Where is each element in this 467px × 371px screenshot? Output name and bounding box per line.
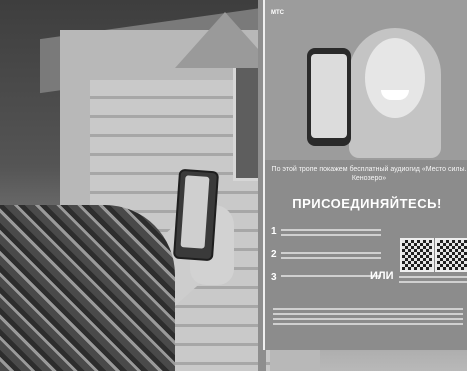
poster-phone-screen [311, 54, 347, 138]
qr-caption [399, 273, 435, 286]
brand-logo: МТС [271, 10, 284, 16]
girl-face [365, 38, 425, 118]
photo: МТС По этой тропе покажем бесплатный ауд… [0, 0, 467, 371]
info-poster: МТС По этой тропе покажем бесплатный ауд… [263, 0, 467, 350]
qr-code-icon [435, 238, 467, 272]
poster-fine-print [273, 305, 463, 328]
step-text [280, 249, 381, 262]
poster-tagline: По этой тропе покажем бесплатный аудиоги… [271, 166, 467, 182]
steps-list: 1 2 3 [271, 226, 381, 293]
poster-headline: ПРИСОЕДИНЯЙТЕСЬ! [292, 196, 442, 211]
brand-row: МТС [271, 10, 308, 16]
step-number: 3 [271, 272, 277, 283]
step-item: 2 [271, 249, 381, 262]
step-item: 3 [271, 272, 381, 283]
smartphone-screen [180, 175, 210, 249]
or-label: ИЛИ [370, 270, 394, 282]
step-number: 1 [271, 226, 277, 237]
qr-caption [433, 273, 467, 286]
step-item: 1 [271, 226, 381, 239]
step-number: 2 [271, 249, 277, 260]
step-text [280, 226, 381, 239]
plaid-sleeve [0, 205, 175, 371]
step-text [280, 272, 381, 283]
qr-code-icon [400, 238, 434, 272]
